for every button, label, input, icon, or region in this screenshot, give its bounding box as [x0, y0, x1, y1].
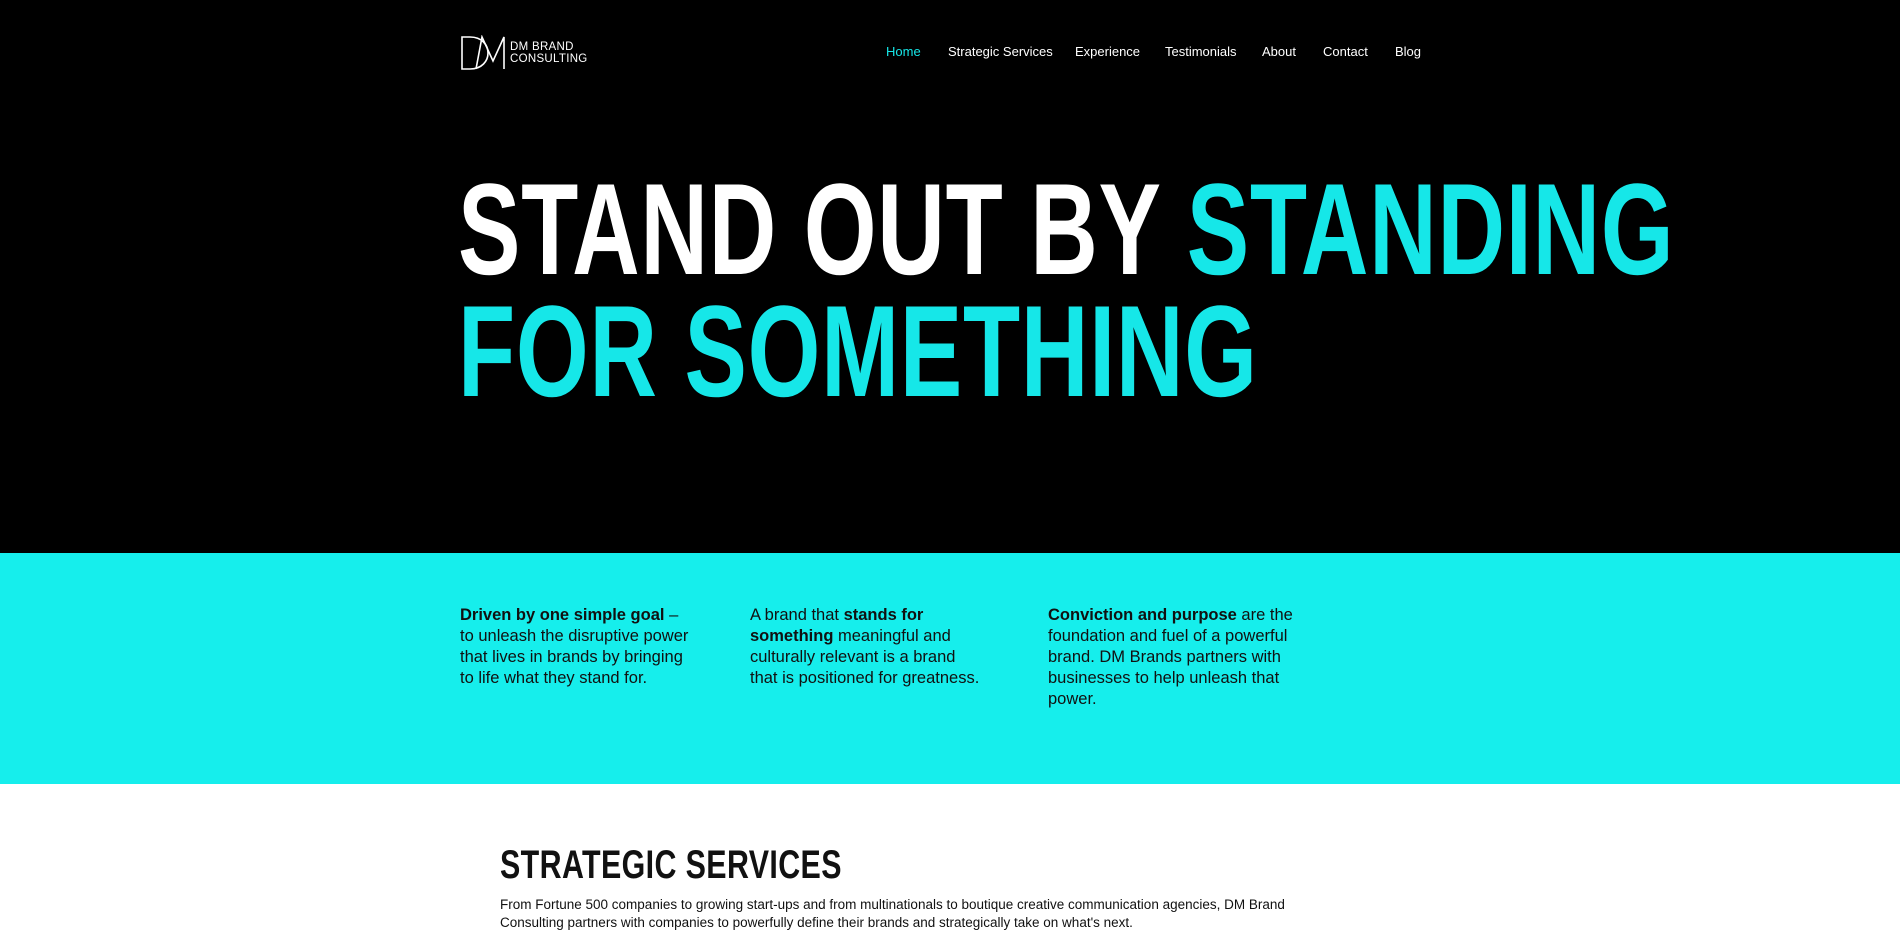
nav-about[interactable]: About: [1262, 44, 1296, 60]
nav-strategic-services[interactable]: Strategic Services: [948, 44, 1053, 60]
pillar-goal-bold: Driven by one simple goal: [460, 606, 665, 624]
headline-cyan-2: FOR SOMETHING: [458, 278, 1258, 424]
hero-section: DM BRAND CONSULTING Home Strategic Servi…: [0, 0, 1900, 553]
pillar-goal: Driven by one simple goal – to unleash t…: [460, 605, 690, 689]
pillar-conviction: Conviction and purpose are the foundatio…: [1048, 605, 1298, 710]
main-nav: Home Strategic Services Experience Testi…: [0, 44, 1900, 62]
pillar-stands-for-pre: A brand that: [750, 606, 844, 624]
services-title: STRATEGIC SERVICES: [500, 845, 950, 885]
services-title-text: STRATEGIC SERVICES: [500, 843, 842, 887]
headline-cyan-1: STANDING: [1186, 156, 1675, 302]
pillar-stands-for: A brand that stands for something meanin…: [750, 605, 980, 689]
nav-contact[interactable]: Contact: [1323, 44, 1368, 60]
nav-experience[interactable]: Experience: [1075, 44, 1140, 60]
nav-testimonials[interactable]: Testimonials: [1165, 44, 1237, 60]
value-band: Driven by one simple goal – to unleash t…: [0, 553, 1900, 784]
services-intro: From Fortune 500 companies to growing st…: [500, 897, 1285, 930]
nav-blog[interactable]: Blog: [1395, 44, 1421, 60]
pillar-conviction-bold: Conviction and purpose: [1048, 606, 1237, 624]
hero-headline: STAND OUT BY STANDING FOR SOMETHING: [458, 164, 1674, 416]
nav-home[interactable]: Home: [886, 44, 921, 60]
strategic-services-section: STRATEGIC SERVICES From Fortune 500 comp…: [0, 784, 1900, 935]
